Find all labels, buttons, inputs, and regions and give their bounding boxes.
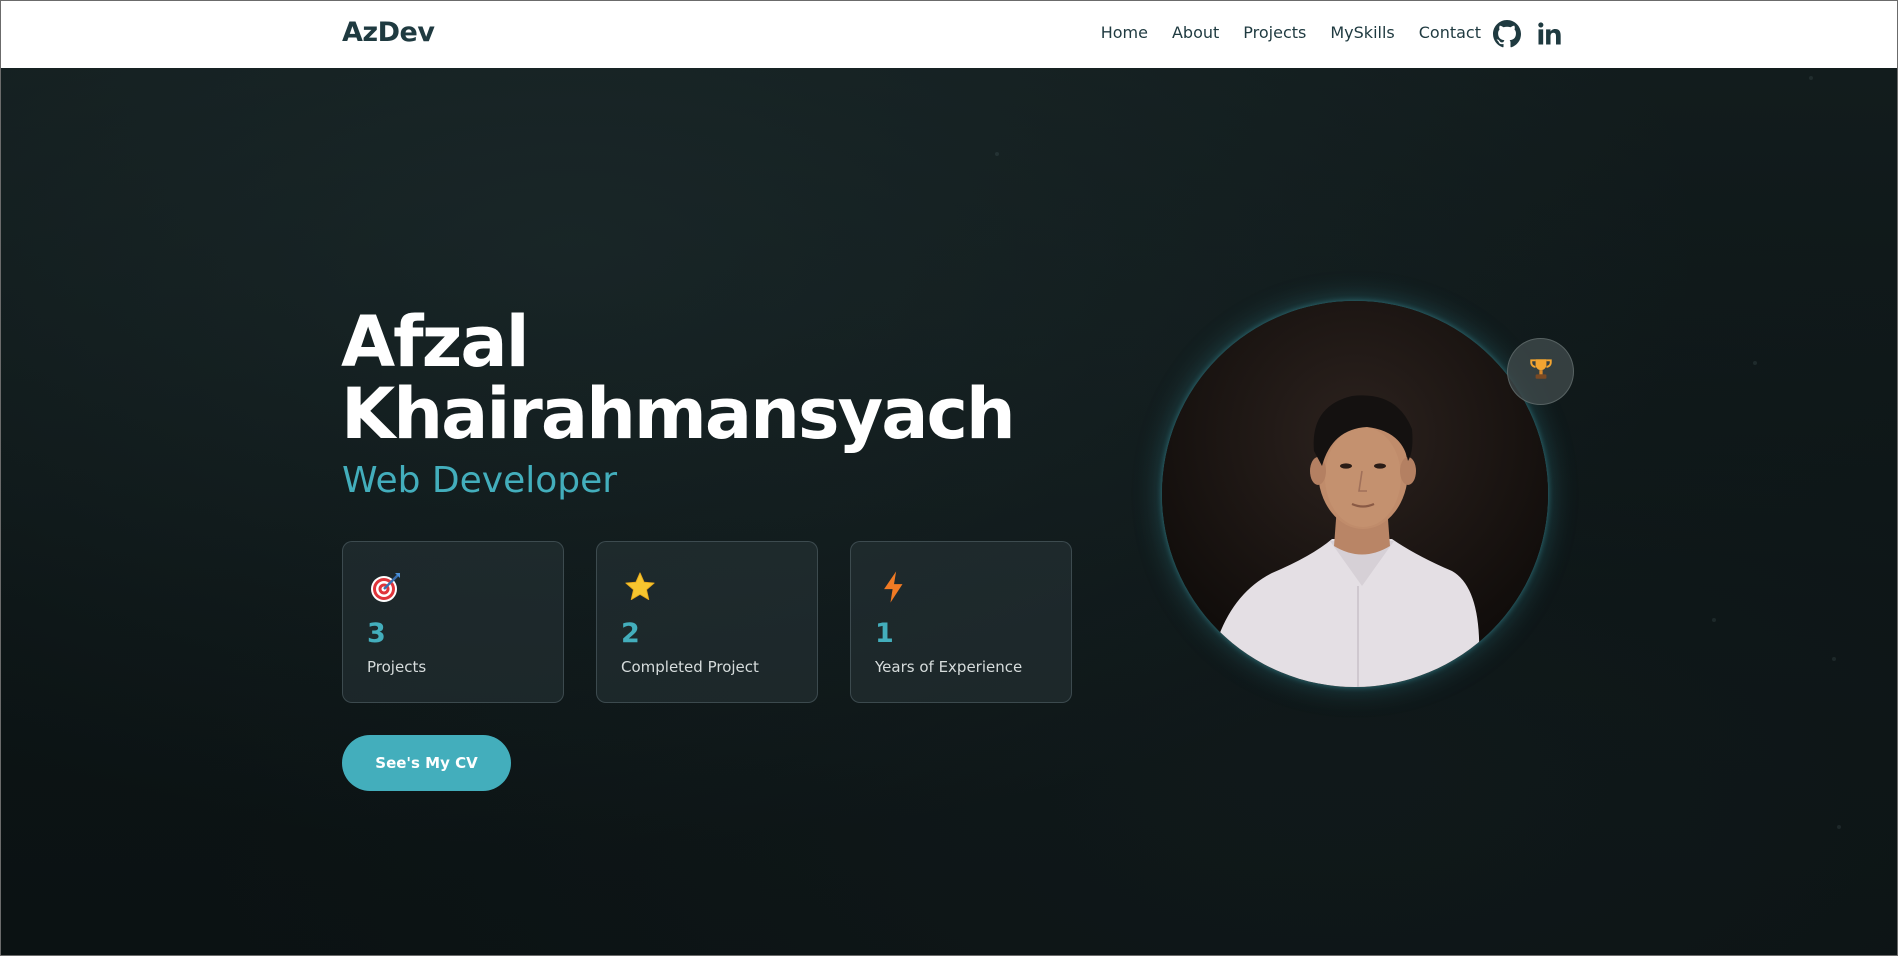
- social-links: [1493, 20, 1563, 48]
- stat-card-experience: 1 Years of Experience: [850, 541, 1072, 703]
- profile-photo: [1162, 301, 1548, 687]
- trophy-icon: [1528, 356, 1554, 387]
- stat-value: 2: [621, 618, 640, 649]
- hero-name-last: Khairahmansyach: [341, 373, 1016, 455]
- hero-name-first: Afzal: [341, 301, 530, 383]
- github-icon[interactable]: [1493, 20, 1521, 48]
- stat-label: Projects: [367, 658, 427, 676]
- stat-label: Years of Experience: [875, 658, 1023, 676]
- navbar: AzDev Home About Projects MySkills Conta…: [1, 1, 1897, 68]
- nav-link-myskills[interactable]: MySkills: [1330, 23, 1394, 42]
- stat-label: Completed Project: [621, 658, 759, 676]
- trophy-badge: [1507, 338, 1574, 405]
- stat-card-completed: 2 Completed Project: [596, 541, 818, 703]
- stat-value: 1: [875, 618, 894, 649]
- stat-value: 3: [367, 618, 386, 649]
- lightning-icon: [877, 570, 911, 604]
- nav-link-contact[interactable]: Contact: [1419, 23, 1481, 42]
- target-icon: [369, 570, 403, 604]
- stat-card-projects: 3 Projects: [342, 541, 564, 703]
- hero-name: Afzal Khairahmansyach: [341, 306, 1041, 450]
- nav-links: Home About Projects MySkills Contact: [1101, 23, 1481, 42]
- linkedin-icon[interactable]: [1535, 20, 1563, 48]
- nav-link-home[interactable]: Home: [1101, 23, 1148, 42]
- see-cv-button[interactable]: See's My CV: [342, 735, 511, 791]
- hero-section: [1, 68, 1897, 955]
- star-icon: [623, 570, 657, 604]
- nav-link-projects[interactable]: Projects: [1243, 23, 1306, 42]
- nav-link-about[interactable]: About: [1172, 23, 1219, 42]
- logo[interactable]: AzDev: [342, 17, 435, 48]
- hero-role: Web Developer: [342, 460, 618, 501]
